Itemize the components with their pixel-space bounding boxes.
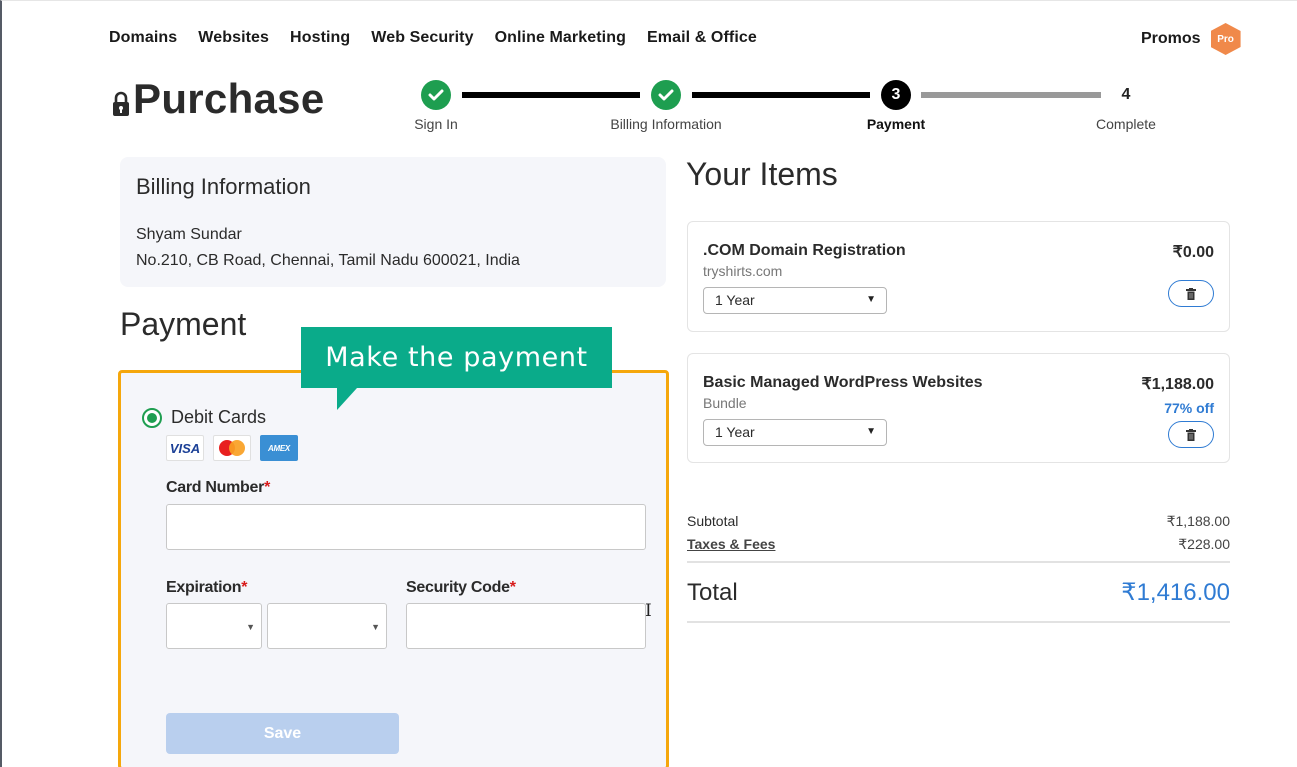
expiration-label: Expiration* bbox=[166, 579, 248, 596]
taxes-value: ₹228.00 bbox=[1178, 536, 1230, 552]
cart-item: .COM Domain Registration tryshirts.com ₹… bbox=[687, 221, 1230, 332]
trash-icon bbox=[1186, 428, 1196, 441]
term-value: 1 Year bbox=[715, 292, 755, 308]
nav-hosting[interactable]: Hosting bbox=[290, 29, 350, 47]
step-sign-in: Sign In bbox=[376, 80, 496, 132]
main-nav: Domains Websites Hosting Web Security On… bbox=[109, 29, 778, 47]
total-value: ₹1,416.00 bbox=[1121, 579, 1230, 606]
term-value: 1 Year bbox=[715, 424, 755, 440]
nav-online-marketing[interactable]: Online Marketing bbox=[495, 29, 626, 47]
your-items-heading: Your Items bbox=[686, 156, 838, 192]
nav-domains[interactable]: Domains bbox=[109, 29, 177, 47]
step-number: 3 bbox=[881, 80, 911, 110]
debit-cards-label: Debit Cards bbox=[171, 407, 267, 427]
item-sub: Bundle bbox=[703, 395, 747, 411]
visa-icon: VISA bbox=[166, 435, 204, 461]
delete-item-button[interactable] bbox=[1168, 421, 1214, 448]
taxes-row: Taxes & Fees ₹228.00 bbox=[687, 536, 1230, 553]
item-discount: 77% off bbox=[1164, 400, 1214, 416]
expiration-month-select[interactable]: ▼ bbox=[166, 603, 262, 649]
nav-websites[interactable]: Websites bbox=[198, 29, 269, 47]
debit-cards-option[interactable]: Debit Cards bbox=[142, 407, 266, 428]
item-price: ₹1,188.00 bbox=[1141, 376, 1214, 393]
subtotal-label: Subtotal bbox=[687, 513, 739, 529]
nav-web-security[interactable]: Web Security bbox=[371, 29, 473, 47]
pro-badge-icon: Pro bbox=[1210, 23, 1241, 55]
page-title-block: Purchase bbox=[112, 75, 325, 123]
total-row: Total ₹1,416.00 bbox=[687, 578, 1230, 607]
item-name: Basic Managed WordPress Websites bbox=[703, 374, 983, 391]
amex-icon: AMEX bbox=[260, 435, 298, 461]
expiration-year-select[interactable]: ▼ bbox=[267, 603, 387, 649]
step-number: 4 bbox=[1121, 86, 1131, 103]
caret-down-icon: ▼ bbox=[371, 622, 380, 632]
check-icon bbox=[421, 80, 451, 110]
taxes-fees-link[interactable]: Taxes & Fees bbox=[687, 536, 775, 553]
item-term-select[interactable]: 1 Year ▼ bbox=[703, 419, 887, 446]
item-sub: tryshirts.com bbox=[703, 263, 783, 279]
step-label: Complete bbox=[1096, 116, 1156, 132]
billing-heading: Billing Information bbox=[136, 174, 311, 199]
tooltip-make-payment: Make the payment bbox=[301, 327, 612, 410]
item-name: .COM Domain Registration bbox=[703, 242, 906, 259]
card-number-input[interactable] bbox=[166, 504, 646, 550]
promos-link[interactable]: Promos Pro bbox=[1141, 23, 1241, 55]
step-label: Sign In bbox=[414, 116, 458, 132]
page-title: Purchase bbox=[133, 75, 325, 122]
item-price: ₹0.00 bbox=[1172, 244, 1214, 261]
caret-down-icon: ▼ bbox=[246, 622, 255, 632]
step-complete: 4 Complete bbox=[1066, 80, 1186, 132]
caret-down-icon: ▼ bbox=[866, 294, 876, 305]
caret-down-icon: ▼ bbox=[866, 426, 876, 437]
delete-item-button[interactable] bbox=[1168, 280, 1214, 307]
security-code-label: Security Code* bbox=[406, 579, 516, 596]
save-button[interactable]: Save bbox=[166, 713, 399, 754]
check-icon bbox=[651, 80, 681, 110]
summary-divider bbox=[687, 561, 1230, 563]
nav-email-office[interactable]: Email & Office bbox=[647, 29, 757, 47]
text-cursor-icon: I bbox=[645, 601, 652, 621]
card-number-label: Card Number* bbox=[166, 479, 270, 496]
subtotal-row: Subtotal ₹1,188.00 bbox=[687, 513, 1230, 530]
step-label: Billing Information bbox=[610, 116, 722, 132]
step-label: Payment bbox=[866, 116, 926, 132]
billing-info-card: Billing Information Shyam Sundar No.210,… bbox=[120, 157, 666, 287]
lock-icon bbox=[113, 91, 129, 116]
trash-icon bbox=[1186, 287, 1196, 300]
item-term-select[interactable]: 1 Year ▼ bbox=[703, 287, 887, 314]
billing-name: Shyam Sundar bbox=[136, 226, 242, 243]
total-divider bbox=[687, 621, 1230, 623]
radio-selected[interactable] bbox=[142, 407, 162, 428]
card-brands: VISA AMEX bbox=[166, 435, 298, 461]
payment-heading: Payment bbox=[120, 306, 247, 342]
step-payment: 3 Payment bbox=[836, 80, 956, 132]
step-billing: Billing Information bbox=[606, 80, 726, 132]
cart-item: Basic Managed WordPress Websites Bundle … bbox=[687, 353, 1230, 463]
checkout-stepper: Sign In Billing Information 3 Payment 4 … bbox=[382, 80, 1182, 140]
security-code-input[interactable] bbox=[406, 603, 646, 649]
billing-address: No.210, CB Road, Chennai, Tamil Nadu 600… bbox=[136, 252, 520, 269]
mastercard-icon bbox=[213, 435, 251, 461]
payment-form: Debit Cards VISA AMEX Card Number* Expir… bbox=[118, 370, 669, 767]
subtotal-value: ₹1,188.00 bbox=[1166, 513, 1230, 529]
total-label: Total bbox=[687, 579, 738, 606]
promos-label: Promos bbox=[1141, 30, 1201, 47]
